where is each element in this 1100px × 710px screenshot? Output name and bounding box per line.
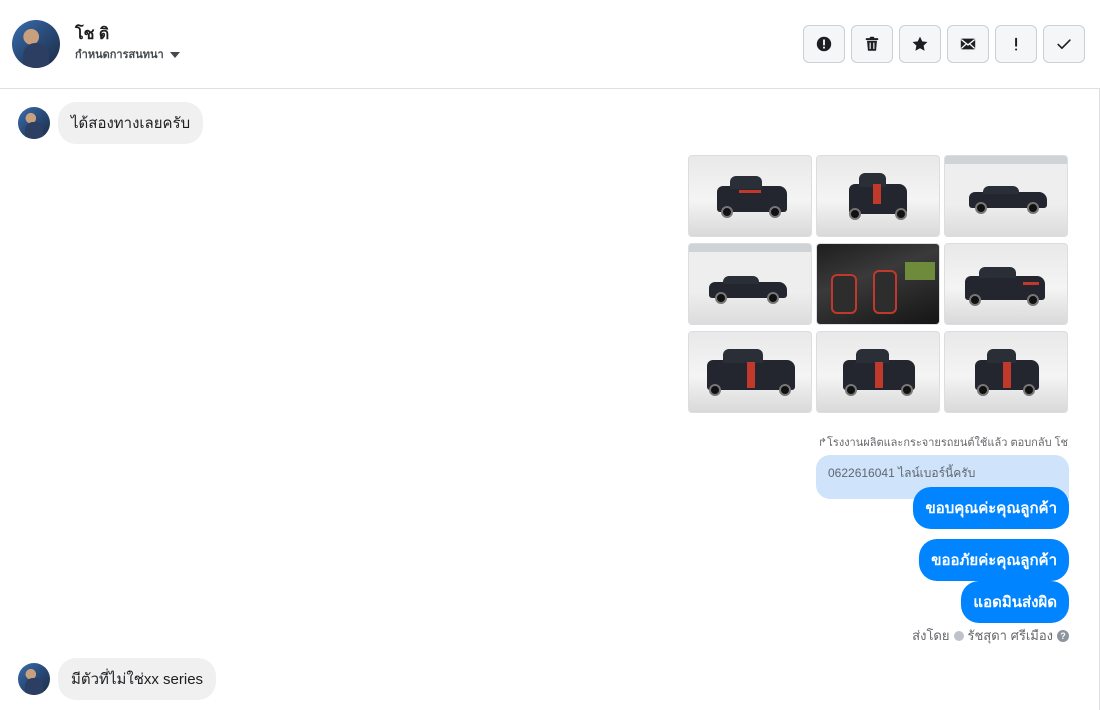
conversation-header: โช ดิ กำหนดการสนทนา [0,0,1100,89]
star-button[interactable] [899,25,941,63]
outgoing-message-bubble[interactable]: ขอบคุณค่ะคุณลูกค้า [913,487,1069,529]
gallery-photo[interactable] [944,331,1068,413]
alert-circle-icon [816,36,832,52]
incoming-message-bubble[interactable]: ได้สองทางเลยครับ [58,102,204,144]
reply-note-text: โรงงานผลิตและกระจายรถยนต์ใช้แล้ว ตอบกลับ… [827,437,1068,449]
gallery-photo[interactable] [688,155,812,237]
gallery-photo[interactable] [944,243,1068,325]
caret-down-icon [169,52,180,58]
assign-conversation-label: กำหนดการสนทนา [75,49,164,61]
mark-unread-button[interactable] [947,25,989,63]
photo-gallery [688,155,1068,413]
conversation-toolbar [803,25,1085,63]
contact-avatar[interactable] [12,20,60,68]
gallery-photo[interactable] [688,243,812,325]
mark-done-button[interactable] [1043,25,1085,63]
outgoing-message-bubble[interactable]: ขออภัยค่ะคุณลูกค้า [919,539,1069,581]
incoming-message-row: ได้สองทางเลยครับ [18,102,204,144]
gallery-photo[interactable] [688,331,812,413]
report-spam-button[interactable] [803,25,845,63]
envelope-icon [960,38,976,50]
help-icon[interactable]: ? [1057,629,1069,642]
gallery-photo[interactable] [816,155,940,237]
exclamation-icon [1015,37,1018,51]
reply-indicator: ↱โรงงานผลิตและกระจายรถยนต์ใช้แล้ว ตอบกลั… [818,433,1068,451]
gallery-photo[interactable] [816,331,940,413]
star-icon [912,36,928,51]
assign-conversation-dropdown[interactable]: กำหนดการสนทนา [75,45,180,63]
trash-icon [865,36,879,51]
incoming-message-row: มีตัวที่ไม่ใช่xx series [18,658,217,700]
sent-by-name[interactable]: รัชสุดา ศรีเมือง [968,625,1054,646]
reply-arrow-icon: ↱ [817,437,827,449]
check-icon [1057,39,1071,50]
incoming-message-bubble[interactable]: มีตัวที่ไม่ใช่xx series [58,658,217,700]
contact-avatar-small[interactable] [18,663,50,695]
outgoing-message-bubble[interactable]: แอดมินส่งผิด [961,581,1069,623]
delete-button[interactable] [851,25,893,63]
contact-name[interactable]: โช ดิ [75,22,109,47]
sent-by-indicator: ส่งโดย รัชสุดา ศรีเมือง ? [912,625,1069,646]
contact-avatar-small[interactable] [18,107,50,139]
gallery-photo[interactable] [944,155,1068,237]
sent-by-prefix: ส่งโดย [912,628,950,643]
follow-up-button[interactable] [995,25,1037,63]
gallery-photo[interactable] [816,243,940,325]
admin-verified-icon [953,630,964,641]
